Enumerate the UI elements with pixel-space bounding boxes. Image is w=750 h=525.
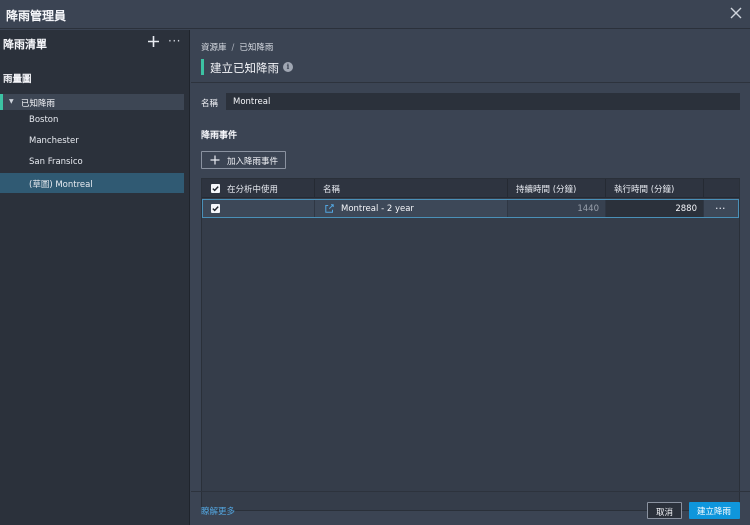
sidebar-item-montreal-draft[interactable]: (草圖) Montreal <box>0 173 184 193</box>
column-header-duration[interactable]: 持續時間 (分鐘) <box>508 179 606 198</box>
sidebar-item-manchester[interactable]: Manchester <box>0 131 184 151</box>
page-title: 建立已知降雨 <box>210 61 279 75</box>
row-more-icon[interactable]: ··· <box>715 202 726 215</box>
breadcrumb-separator: / <box>231 43 235 53</box>
section-title: 降雨事件 <box>201 131 238 141</box>
close-icon[interactable] <box>728 5 744 21</box>
breadcrumb-current[interactable]: 已知降雨 <box>239 43 273 53</box>
check-icon <box>212 206 219 212</box>
column-header-name[interactable]: 名稱 <box>315 179 508 198</box>
sidebar-item-boston[interactable]: Boston <box>0 110 184 130</box>
table-header: 在分析中使用 名稱 持續時間 (分鐘) 執行時間 (分鐘) <box>202 179 739 198</box>
divider <box>191 82 750 83</box>
sidebar-item-san-fransico[interactable]: San Fransico <box>0 152 184 172</box>
create-rainfall-button-label: 建立降雨 <box>697 507 732 517</box>
cell-duration: 1440 <box>508 200 606 217</box>
cell-name: Montreal - 2 year <box>315 200 508 217</box>
title-accent-bar <box>201 59 204 75</box>
breadcrumb: 資源庫 / 已知降雨 <box>201 41 273 53</box>
footer-divider <box>191 491 750 492</box>
cell-run-time[interactable]: 2880 <box>606 200 704 217</box>
sidebar-item-label: San Fransico <box>29 157 83 167</box>
title-bar: 降雨管理員 <box>0 0 750 29</box>
column-header-label: 在分析中使用 <box>227 185 279 195</box>
column-header-label: 持續時間 (分鐘) <box>516 185 577 195</box>
cancel-button[interactable]: 取消 <box>647 502 682 519</box>
create-rainfall-button[interactable]: 建立降雨 <box>689 502 740 519</box>
sidebar-item-label: Boston <box>29 115 59 125</box>
duration-value: 1440 <box>577 204 599 214</box>
name-field[interactable]: Montreal <box>226 93 740 110</box>
add-icon[interactable] <box>147 35 160 48</box>
table-row[interactable]: Montreal - 2 year 1440 2880 ··· <box>202 199 739 218</box>
sidebar-item-label: Manchester <box>29 136 79 146</box>
column-header-run-time[interactable]: 執行時間 (分鐘) <box>606 179 704 198</box>
learn-more-link[interactable]: 瞭解更多 <box>201 505 235 517</box>
main-panel: 資源庫 / 已知降雨 建立已知降雨 i 名稱 Montreal 降雨事件 加入降雨事… <box>191 30 750 525</box>
info-icon[interactable]: i <box>283 62 293 72</box>
column-header-label: 名稱 <box>323 185 341 195</box>
name-label: 名稱 <box>201 99 219 109</box>
use-in-analysis-checkbox[interactable] <box>211 204 220 213</box>
rainfall-events-table: 在分析中使用 名稱 持續時間 (分鐘) 執行時間 (分鐘) Montreal -… <box>201 178 740 511</box>
add-rainfall-event-label: 加入降雨事件 <box>227 157 279 167</box>
breadcrumb-root[interactable]: 資源庫 <box>201 43 227 53</box>
sidebar: 降雨清單 ··· 雨量圖 ▼ 已知降雨 Boston Manchester Sa… <box>0 30 190 525</box>
sidebar-group-label: 已知降雨 <box>21 99 56 109</box>
sidebar-header: 降雨清單 ··· <box>0 30 190 56</box>
cell-use <box>203 200 315 217</box>
name-field-value[interactable]: Montreal <box>233 97 270 107</box>
sidebar-subtitle: 雨量圖 <box>3 74 32 85</box>
active-indicator <box>0 94 3 110</box>
window-title: 降雨管理員 <box>6 9 67 23</box>
column-header-label: 執行時間 (分鐘) <box>614 185 675 195</box>
select-all-checkbox[interactable] <box>211 184 220 193</box>
column-header-use[interactable]: 在分析中使用 <box>202 179 315 198</box>
plus-icon <box>210 155 220 165</box>
sidebar-title: 降雨清單 <box>3 38 47 51</box>
sidebar-group-known-rainfall[interactable]: ▼ 已知降雨 <box>0 94 184 110</box>
more-options-icon[interactable]: ··· <box>168 34 181 48</box>
cell-actions: ··· <box>704 200 738 217</box>
add-rainfall-event-button[interactable]: 加入降雨事件 <box>201 151 286 169</box>
open-link-icon[interactable] <box>325 204 334 213</box>
run-time-value[interactable]: 2880 <box>675 204 697 214</box>
chevron-down-icon[interactable]: ▼ <box>9 98 14 105</box>
event-name[interactable]: Montreal - 2 year <box>341 204 414 214</box>
cancel-button-label: 取消 <box>656 508 674 518</box>
sidebar-item-label: (草圖) Montreal <box>29 180 93 190</box>
check-icon <box>212 186 219 192</box>
